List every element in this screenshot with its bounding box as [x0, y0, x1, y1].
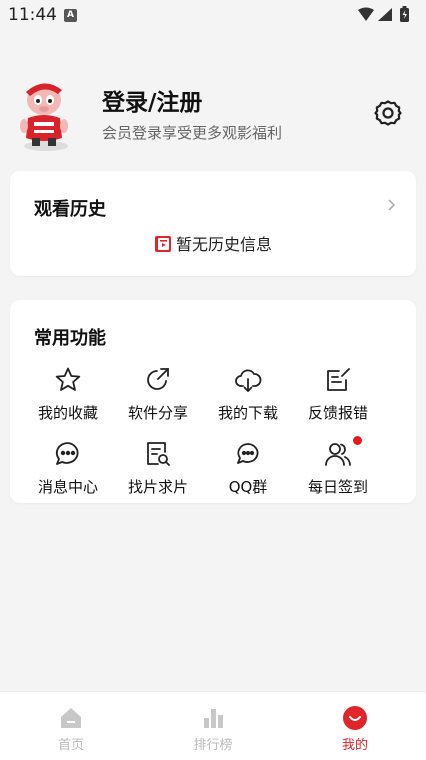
login-register-link[interactable]: 登录/注册	[102, 83, 202, 117]
search-document-icon	[147, 442, 170, 466]
tab-ranking[interactable]: 排行榜	[163, 692, 263, 760]
status-time: 11:44	[8, 5, 57, 25]
profile-header[interactable]: 登录/注册 会员登录享受更多观影福利	[0, 72, 426, 158]
cloud-download-icon	[235, 369, 262, 392]
feature-label: 找片求片	[127, 478, 188, 496]
bottom-tab-bar: 首页 排行榜 我的	[0, 691, 426, 760]
status-icons	[356, 6, 420, 28]
star-icon	[55, 367, 81, 391]
message-icon	[55, 442, 79, 465]
feature-qq-group[interactable]: QQ群	[203, 438, 293, 506]
common-features-card: 常用功能 我的收藏 软件分享 我的下载 反馈报错 消息中心 找片求片 QQ群 每…	[10, 300, 416, 503]
feature-label: 软件分享	[127, 404, 188, 422]
share-icon	[147, 368, 169, 390]
feature-label: 我的收藏	[37, 404, 98, 422]
status-bar: 11:44 A	[0, 0, 426, 32]
feature-share[interactable]: 软件分享	[113, 364, 203, 432]
notification-badge-icon: A	[64, 9, 77, 22]
common-features-title: 常用功能	[34, 328, 106, 349]
tab-mine[interactable]: 我的	[305, 692, 405, 760]
login-subtitle: 会员登录享受更多观影福利	[102, 124, 283, 142]
battery-icon	[400, 6, 409, 22]
bar-chart-icon	[204, 709, 223, 728]
features-grid: 我的收藏 软件分享 我的下载 反馈报错 消息中心 找片求片 QQ群 每日签到	[23, 364, 385, 506]
tab-home[interactable]: 首页	[21, 692, 121, 760]
feature-label: 消息中心	[37, 478, 98, 496]
book-icon	[154, 235, 172, 257]
settings-gear-icon[interactable]	[374, 99, 402, 127]
avatar[interactable]	[16, 78, 74, 152]
signal-icon	[378, 8, 392, 21]
watch-history-card[interactable]: 观看历史 暂无历史信息	[10, 171, 416, 276]
feature-label: 每日签到	[307, 478, 368, 496]
tab-label: 首页	[57, 738, 84, 753]
watch-history-title: 观看历史	[34, 199, 106, 220]
history-empty-text: 暂无历史信息	[175, 235, 272, 254]
feature-label: 我的下载	[217, 404, 278, 422]
feature-messages[interactable]: 消息中心	[23, 438, 113, 506]
smile-icon	[343, 706, 367, 730]
wifi-icon	[358, 7, 374, 21]
feature-favorites[interactable]: 我的收藏	[23, 364, 113, 432]
feature-label: 反馈报错	[307, 404, 368, 422]
chat-group-icon	[237, 443, 259, 464]
feature-label: QQ群	[228, 478, 268, 496]
history-empty-note: 暂无历史信息	[10, 231, 416, 257]
feature-daily-checkin[interactable]: 每日签到	[293, 436, 383, 506]
feature-downloads[interactable]: 我的下载	[203, 364, 293, 432]
tab-label: 我的	[341, 738, 368, 753]
notification-dot	[353, 436, 362, 445]
feature-feedback[interactable]: 反馈报错	[293, 364, 383, 432]
users-icon	[325, 443, 351, 466]
chevron-right-icon[interactable]	[384, 197, 398, 211]
home-icon	[61, 708, 81, 728]
feature-find-movie[interactable]: 找片求片	[113, 438, 203, 506]
feedback-icon	[327, 368, 350, 391]
tab-label: 排行榜	[193, 738, 233, 753]
